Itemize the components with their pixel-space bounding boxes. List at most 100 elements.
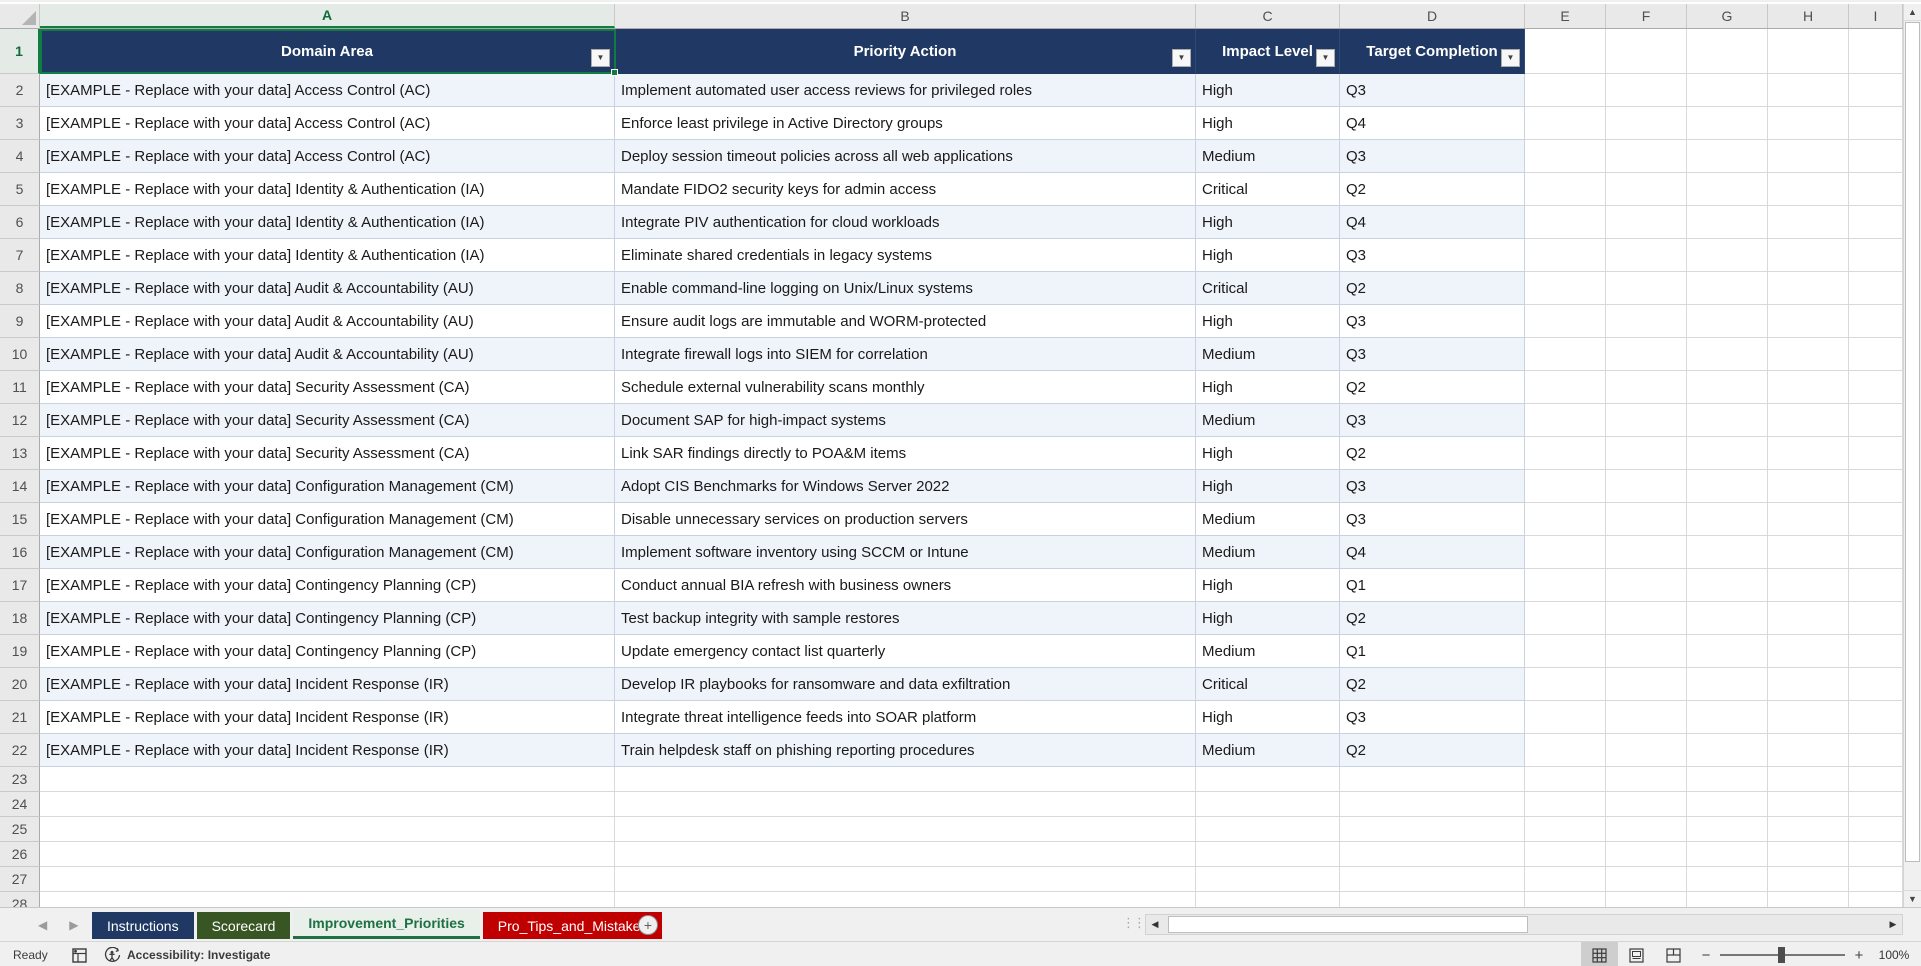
zoom-slider[interactable] (1720, 942, 1845, 966)
row-header-18[interactable]: 18 (0, 602, 40, 635)
empty-cell[interactable] (1687, 792, 1768, 817)
row-header-9[interactable]: 9 (0, 305, 40, 338)
target-cell[interactable]: Q3 (1340, 338, 1525, 371)
row-header-19[interactable]: 19 (0, 635, 40, 668)
target-cell[interactable]: Q4 (1340, 536, 1525, 569)
header-cell-priority-action[interactable]: Priority Action ▼ (615, 29, 1196, 74)
empty-cell[interactable] (1606, 107, 1687, 140)
header-cell-impact-level[interactable]: Impact Level ▼ (1196, 29, 1340, 74)
target-cell[interactable]: Q4 (1340, 107, 1525, 140)
empty-cell[interactable] (1849, 503, 1903, 536)
empty-cell[interactable] (1525, 470, 1606, 503)
empty-cell[interactable] (1606, 371, 1687, 404)
domain-cell[interactable]: [EXAMPLE - Replace with your data] Incid… (40, 701, 615, 734)
empty-cell[interactable] (1687, 867, 1768, 892)
empty-cell[interactable] (1768, 140, 1849, 173)
empty-cell[interactable] (1196, 867, 1340, 892)
new-sheet-button[interactable]: + (638, 915, 658, 935)
empty-cell[interactable] (1606, 701, 1687, 734)
empty-cell[interactable] (1687, 305, 1768, 338)
empty-cell[interactable] (1687, 74, 1768, 107)
impact-cell[interactable]: High (1196, 569, 1340, 602)
target-cell[interactable]: Q2 (1340, 602, 1525, 635)
empty-cell[interactable] (1768, 437, 1849, 470)
empty-cell[interactable] (1687, 470, 1768, 503)
target-cell[interactable]: Q3 (1340, 701, 1525, 734)
column-header-F[interactable]: F (1606, 4, 1687, 28)
empty-cell[interactable] (1606, 817, 1687, 842)
empty-cell[interactable] (1768, 701, 1849, 734)
row-header-16[interactable]: 16 (0, 536, 40, 569)
row-header-25[interactable]: 25 (0, 817, 40, 842)
empty-cell[interactable] (1525, 338, 1606, 371)
impact-cell[interactable]: Medium (1196, 338, 1340, 371)
empty-cell[interactable] (1606, 792, 1687, 817)
domain-cell[interactable]: [EXAMPLE - Replace with your data] Confi… (40, 470, 615, 503)
domain-cell[interactable]: [EXAMPLE - Replace with your data] Secur… (40, 437, 615, 470)
row-header-5[interactable]: 5 (0, 173, 40, 206)
action-cell[interactable]: Integrate threat intelligence feeds into… (615, 701, 1196, 734)
target-cell[interactable]: Q2 (1340, 668, 1525, 701)
empty-cell[interactable] (1849, 140, 1903, 173)
empty-cell[interactable] (1687, 140, 1768, 173)
empty-cell[interactable] (1849, 668, 1903, 701)
impact-cell[interactable]: Medium (1196, 140, 1340, 173)
empty-cell[interactable] (1196, 842, 1340, 867)
empty-cell[interactable] (1687, 503, 1768, 536)
impact-cell[interactable]: High (1196, 371, 1340, 404)
empty-cell[interactable] (1768, 536, 1849, 569)
empty-cell[interactable] (1525, 734, 1606, 767)
empty-cell[interactable] (1768, 371, 1849, 404)
empty-cell[interactable] (1849, 635, 1903, 668)
empty-cell[interactable] (1525, 404, 1606, 437)
sheet-tab-pro_tips_and_mistakes[interactable]: Pro_Tips_and_Mistakes (482, 912, 663, 939)
action-cell[interactable]: Adopt CIS Benchmarks for Windows Server … (615, 470, 1196, 503)
empty-cell[interactable] (1849, 404, 1903, 437)
empty-cell[interactable] (1849, 371, 1903, 404)
empty-cell[interactable] (1768, 792, 1849, 817)
row-header-14[interactable]: 14 (0, 470, 40, 503)
action-cell[interactable]: Eliminate shared credentials in legacy s… (615, 239, 1196, 272)
empty-cell[interactable] (1606, 239, 1687, 272)
empty-cell[interactable] (1606, 635, 1687, 668)
empty-cell[interactable] (1687, 29, 1768, 74)
row-header-21[interactable]: 21 (0, 701, 40, 734)
empty-cell[interactable] (1525, 173, 1606, 206)
empty-cell[interactable] (1849, 817, 1903, 842)
empty-cell[interactable] (1687, 437, 1768, 470)
empty-cell[interactable] (615, 867, 1196, 892)
action-cell[interactable]: Integrate firewall logs into SIEM for co… (615, 338, 1196, 371)
domain-cell[interactable]: [EXAMPLE - Replace with your data] Audit… (40, 305, 615, 338)
empty-cell[interactable] (1849, 239, 1903, 272)
empty-cell[interactable] (1849, 867, 1903, 892)
scroll-left-button[interactable]: ◀ (1146, 915, 1164, 934)
select-all-button[interactable] (0, 4, 40, 28)
impact-cell[interactable]: Medium (1196, 635, 1340, 668)
page-layout-view-button[interactable] (1618, 942, 1655, 966)
action-cell[interactable]: Update emergency contact list quarterly (615, 635, 1196, 668)
empty-cell[interactable] (1849, 734, 1903, 767)
empty-cell[interactable] (1606, 767, 1687, 792)
empty-cell[interactable] (1687, 892, 1768, 907)
empty-cell[interactable] (1768, 668, 1849, 701)
empty-cell[interactable] (1849, 569, 1903, 602)
impact-cell[interactable]: Medium (1196, 536, 1340, 569)
row-header-3[interactable]: 3 (0, 107, 40, 140)
row-header-8[interactable]: 8 (0, 272, 40, 305)
filter-dropdown-button[interactable]: ▼ (1316, 49, 1335, 67)
row-header-1[interactable]: 1 (0, 29, 40, 74)
domain-cell[interactable]: [EXAMPLE - Replace with your data] Conti… (40, 635, 615, 668)
target-cell[interactable]: Q1 (1340, 635, 1525, 668)
empty-cell[interactable] (1768, 173, 1849, 206)
sheet-tab-scorecard[interactable]: Scorecard (196, 912, 291, 939)
target-cell[interactable]: Q3 (1340, 140, 1525, 173)
row-header-12[interactable]: 12 (0, 404, 40, 437)
empty-cell[interactable] (1687, 371, 1768, 404)
empty-cell[interactable] (1849, 437, 1903, 470)
action-cell[interactable]: Enable command-line logging on Unix/Linu… (615, 272, 1196, 305)
empty-cell[interactable] (615, 767, 1196, 792)
action-cell[interactable]: Develop IR playbooks for ransomware and … (615, 668, 1196, 701)
empty-cell[interactable] (1606, 140, 1687, 173)
empty-cell[interactable] (1849, 701, 1903, 734)
zoom-slider-thumb[interactable] (1778, 947, 1785, 963)
